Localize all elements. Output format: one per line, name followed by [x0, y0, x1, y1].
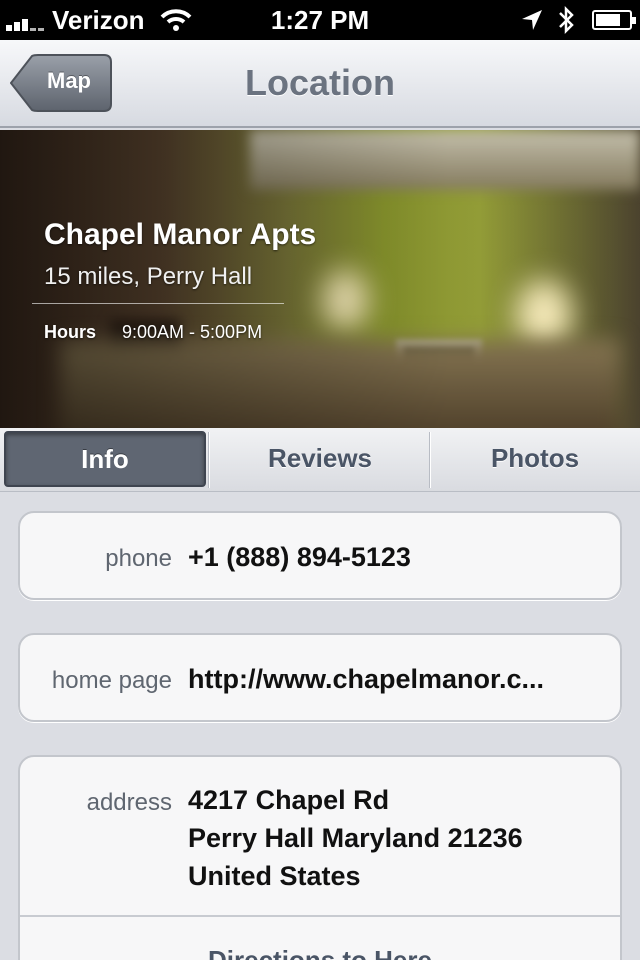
homepage-label: home page: [51, 667, 172, 694]
address-value[interactable]: 4217 Chapel Rd Perry Hall Maryland 21236…: [188, 781, 523, 895]
tab-divider: [429, 432, 431, 488]
address-label: address: [86, 789, 172, 816]
status-time: 1:27 PM: [270, 5, 370, 35]
page-title: Location: [245, 62, 395, 103]
hours-label: Hours: [44, 322, 97, 342]
address-line-1: 4217 Chapel Rd: [188, 785, 390, 815]
location-name: Chapel Manor Apts: [44, 218, 317, 251]
homepage-value: http://www.chapelmanor.c...: [188, 664, 545, 694]
bluetooth-icon: [556, 4, 576, 41]
battery-icon: [592, 10, 636, 30]
address-card: address 4217 Chapel Rd Perry Hall Maryla…: [18, 755, 622, 960]
address-line-3: United States: [188, 861, 361, 891]
tab-reviews[interactable]: Reviews: [211, 428, 429, 492]
directions-to-here-button[interactable]: Directions to Here: [20, 945, 620, 960]
hero-divider: [32, 303, 284, 304]
tab-info[interactable]: Info: [4, 431, 206, 487]
card-divider: [20, 915, 620, 917]
location-distance: 15 miles, Perry Hall: [44, 263, 253, 290]
tab-divider: [208, 432, 210, 488]
address-line-2: Perry Hall Maryland 21236: [188, 823, 523, 853]
segmented-control: Info Reviews Photos: [0, 428, 640, 492]
phone-value: +1 (888) 894-5123: [188, 542, 411, 572]
tab-photos[interactable]: Photos: [432, 428, 638, 492]
location-hero-image: Chapel Manor Apts 15 miles, Perry Hall H…: [0, 130, 640, 428]
location-arrow-icon: [520, 8, 544, 37]
hours-value: 9:00AM - 5:00PM: [122, 322, 263, 342]
homepage-card[interactable]: home page http://www.chapelmanor.c...: [18, 633, 622, 722]
phone-card[interactable]: phone +1 (888) 894-5123: [18, 511, 622, 600]
phone-label: phone: [105, 545, 172, 572]
status-bar: Verizon 1:27 PM: [0, 0, 640, 40]
navigation-bar: Map Location: [0, 40, 640, 128]
